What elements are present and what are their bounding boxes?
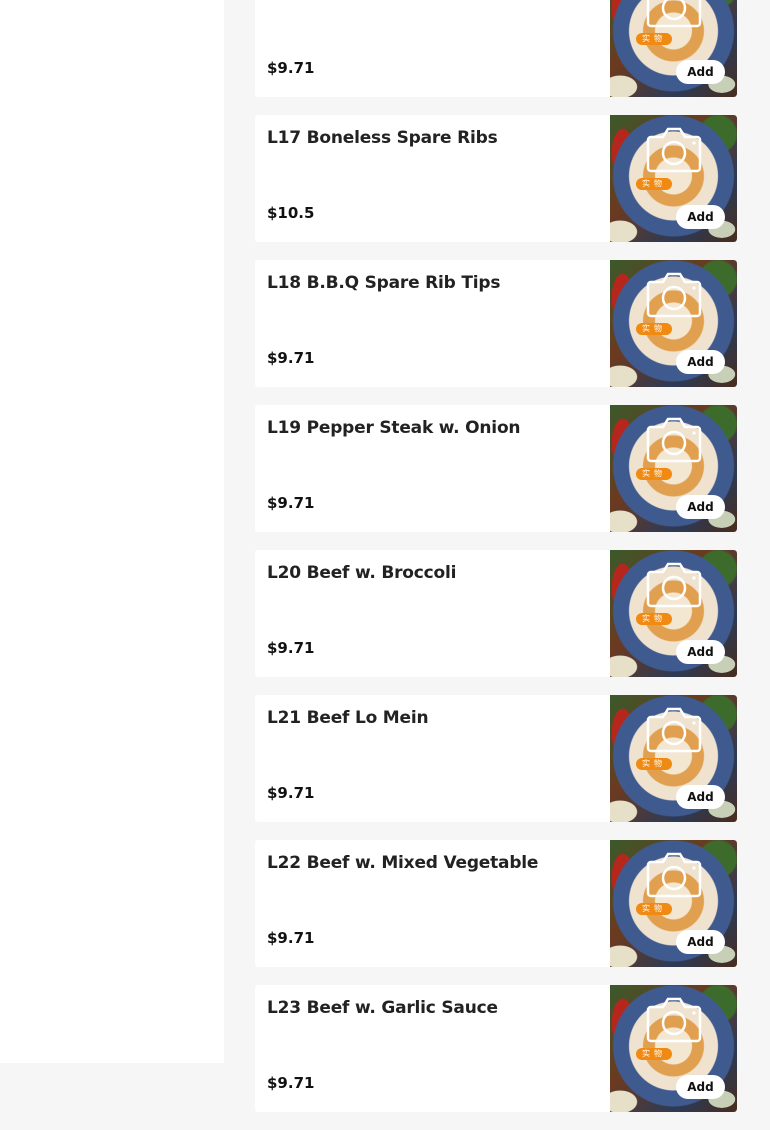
photo-badge: 实物 [636,1048,672,1060]
menu-item-card[interactable]: L21 Beef Lo Mein $9.71 实物 Add [255,695,737,822]
menu-item-price: $10.5 [267,204,315,222]
camera-icon [646,562,702,608]
menu-item-card[interactable]: $9.71 实物 Add [255,0,737,97]
add-button[interactable]: Add [676,495,725,519]
photo-badge: 实物 [636,323,672,335]
camera-icon [646,417,702,463]
add-button[interactable]: Add [676,640,725,664]
camera-icon [646,852,702,898]
photo-badge: 实物 [636,33,672,45]
add-button[interactable]: Add [676,785,725,809]
photo-badge: 实物 [636,903,672,915]
menu-item-name: L22 Beef w. Mixed Vegetable [267,853,539,873]
photo-badge: 实物 [636,758,672,770]
add-button[interactable]: Add [676,930,725,954]
camera-icon [646,127,702,173]
menu-item-card[interactable]: L17 Boneless Spare Ribs $10.5 实物 Add [255,115,737,242]
menu-item-price: $9.71 [267,784,315,802]
menu-item-price: $9.71 [267,639,315,657]
menu-item-price: $9.71 [267,1074,315,1092]
add-button[interactable]: Add [676,1075,725,1099]
menu-item-name: L17 Boneless Spare Ribs [267,128,498,148]
add-button[interactable]: Add [676,350,725,374]
camera-icon [646,707,702,753]
camera-icon [646,0,702,28]
menu-item-card[interactable]: L22 Beef w. Mixed Vegetable $9.71 实物 Add [255,840,737,967]
menu-item-price: $9.71 [267,349,315,367]
menu-item-price: $9.71 [267,59,315,77]
menu-item-card[interactable]: L18 B.B.Q Spare Rib Tips $9.71 实物 Add [255,260,737,387]
camera-icon [646,997,702,1043]
photo-badge: 实物 [636,468,672,480]
category-sidebar [0,0,224,1063]
add-button[interactable]: Add [676,60,725,84]
menu-item-name: L23 Beef w. Garlic Sauce [267,998,498,1018]
menu-item-price: $9.71 [267,494,315,512]
menu-item-card[interactable]: L23 Beef w. Garlic Sauce $9.71 实物 Add [255,985,737,1112]
camera-icon [646,272,702,318]
menu-item-name: L19 Pepper Steak w. Onion [267,418,521,438]
add-button[interactable]: Add [676,205,725,229]
menu-item-name: L21 Beef Lo Mein [267,708,429,728]
photo-badge: 实物 [636,178,672,190]
menu-item-list: $9.71 实物 Add L17 Boneless Spare Ribs $10… [255,0,737,1130]
menu-item-name: L20 Beef w. Broccoli [267,563,457,583]
menu-item-name: L18 B.B.Q Spare Rib Tips [267,273,501,293]
menu-item-card[interactable]: L19 Pepper Steak w. Onion $9.71 实物 Add [255,405,737,532]
menu-item-card[interactable]: L20 Beef w. Broccoli $9.71 实物 Add [255,550,737,677]
photo-badge: 实物 [636,613,672,625]
menu-item-price: $9.71 [267,929,315,947]
